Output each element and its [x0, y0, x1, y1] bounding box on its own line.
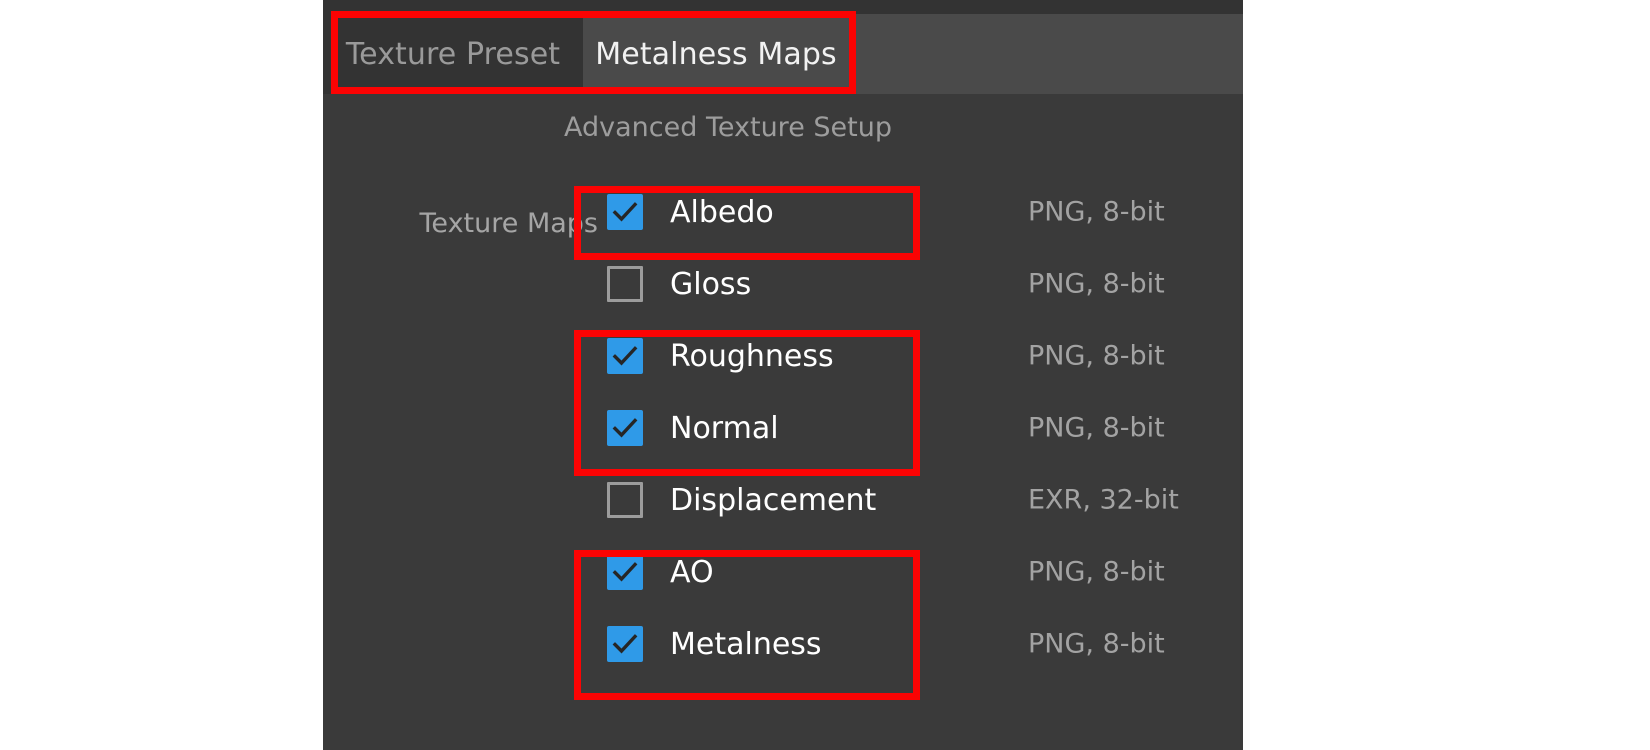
texture-map-row-ao[interactable]: AO PNG, 8-bit: [598, 536, 1243, 608]
texture-map-label-displacement: Displacement: [670, 482, 877, 518]
texture-settings-panel: Texture Preset Metalness Maps Advanced T…: [323, 0, 1243, 750]
checkbox-roughness[interactable]: [607, 338, 643, 374]
texture-map-label-normal: Normal: [670, 410, 779, 446]
texture-map-row-albedo[interactable]: Albedo PNG, 8-bit: [598, 176, 1243, 248]
tab-texture-preset[interactable]: Texture Preset: [323, 14, 583, 94]
section-title: Advanced Texture Setup: [564, 112, 892, 143]
checkbox-displacement[interactable]: [607, 482, 643, 518]
checkbox-gloss[interactable]: [607, 266, 643, 302]
checkbox-ao[interactable]: [607, 554, 643, 590]
panel-title-strip: [323, 0, 1243, 14]
checkbox-metalness[interactable]: [607, 626, 643, 662]
texture-map-format-displacement: EXR, 32-bit: [1028, 484, 1179, 516]
texture-map-label-gloss: Gloss: [670, 266, 752, 302]
texture-maps-group-label: Texture Maps: [419, 208, 598, 239]
texture-map-label-ao: AO: [670, 554, 714, 590]
texture-map-row-metalness[interactable]: Metalness PNG, 8-bit: [598, 608, 1243, 680]
texture-map-format-roughness: PNG, 8-bit: [1028, 340, 1165, 372]
tab-bar-empty-space: [849, 14, 1243, 94]
screenshot-root: Texture Preset Metalness Maps Advanced T…: [0, 0, 1650, 750]
tab-metalness-maps-label: Metalness Maps: [595, 36, 837, 72]
texture-map-label-albedo: Albedo: [670, 194, 774, 230]
texture-map-format-metalness: PNG, 8-bit: [1028, 628, 1165, 660]
texture-map-row-gloss[interactable]: Gloss PNG, 8-bit: [598, 248, 1243, 320]
texture-map-row-roughness[interactable]: Roughness PNG, 8-bit: [598, 320, 1243, 392]
texture-map-label-roughness: Roughness: [670, 338, 834, 374]
texture-maps-list: Albedo PNG, 8-bit Gloss PNG, 8-bit Rough…: [598, 176, 1243, 680]
texture-map-label-metalness: Metalness: [670, 626, 822, 662]
tab-bar: Texture Preset Metalness Maps: [323, 14, 1243, 94]
checkbox-normal[interactable]: [607, 410, 643, 446]
texture-map-format-normal: PNG, 8-bit: [1028, 412, 1165, 444]
texture-map-format-albedo: PNG, 8-bit: [1028, 196, 1165, 228]
tab-texture-preset-label: Texture Preset: [345, 36, 561, 72]
texture-map-row-displacement[interactable]: Displacement EXR, 32-bit: [598, 464, 1243, 536]
texture-map-format-ao: PNG, 8-bit: [1028, 556, 1165, 588]
texture-map-format-gloss: PNG, 8-bit: [1028, 268, 1165, 300]
texture-map-row-normal[interactable]: Normal PNG, 8-bit: [598, 392, 1243, 464]
tab-metalness-maps[interactable]: Metalness Maps: [583, 14, 849, 94]
panel-content: Advanced Texture Setup Texture Maps Albe…: [323, 94, 1243, 750]
checkbox-albedo[interactable]: [607, 194, 643, 230]
